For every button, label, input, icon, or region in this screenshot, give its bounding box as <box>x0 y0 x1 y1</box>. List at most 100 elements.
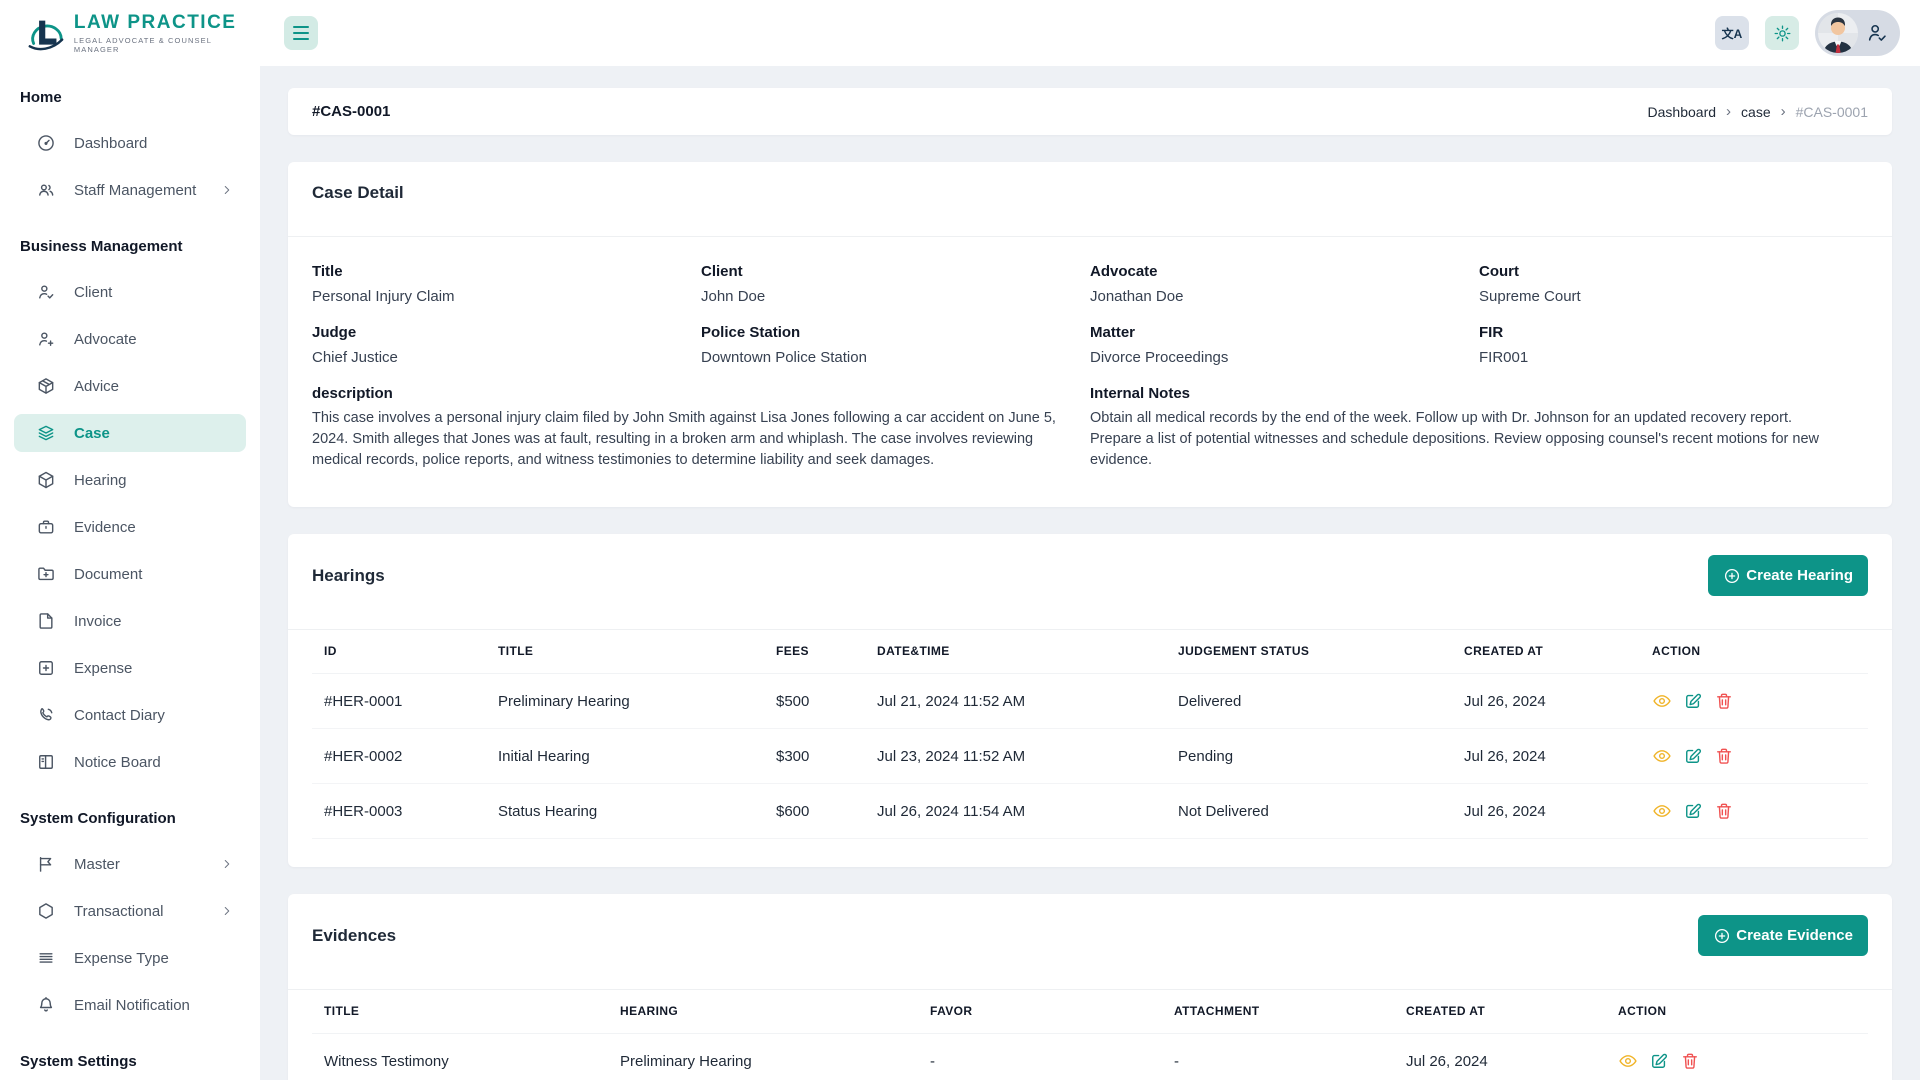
user-profile-button[interactable] <box>1815 10 1900 56</box>
view-icon[interactable] <box>1618 1051 1638 1071</box>
field-label: Police Station <box>701 324 1090 341</box>
sidebar-item-expense-type[interactable]: Expense Type <box>14 939 246 977</box>
edit-icon[interactable] <box>1683 801 1703 821</box>
hearing-id: #HER-0002 <box>312 729 490 784</box>
detail-field: Advocate Jonathan Doe <box>1090 263 1479 307</box>
hearing-created-at: Jul 26, 2024 <box>1456 729 1644 784</box>
evidences-table: TITLEHEARINGFAVORATTACHMENTCREATED ATACT… <box>312 990 1868 1080</box>
evidence-favor: - <box>922 1034 1166 1080</box>
sidebar-item-email-notification[interactable]: Email Notification <box>14 986 246 1024</box>
field-value: This case involves a personal injury cla… <box>312 408 1064 471</box>
menu-toggle-button[interactable] <box>284 16 318 50</box>
sidebar-item-advice[interactable]: Advice <box>14 367 246 405</box>
edit-icon[interactable] <box>1683 691 1703 711</box>
list-lines-icon <box>36 948 56 968</box>
evidence-title: Witness Testimony <box>312 1034 612 1080</box>
field-label: Client <box>701 263 1090 280</box>
column-header: ATTACHMENT <box>1166 990 1398 1034</box>
sidebar-item-transactional[interactable]: Transactional <box>14 892 246 930</box>
package-icon <box>36 376 56 396</box>
field-label: Advocate <box>1090 263 1479 280</box>
sidebar-item-client[interactable]: Client <box>14 273 246 311</box>
column-header: CREATED AT <box>1456 630 1644 674</box>
detail-field: Title Personal Injury Claim <box>312 263 701 307</box>
breadcrumb-dashboard[interactable]: Dashboard <box>1648 104 1717 120</box>
hearing-row: #HER-0001 Preliminary Hearing $500 Jul 2… <box>312 674 1868 729</box>
view-icon[interactable] <box>1652 801 1672 821</box>
row-actions <box>1618 1051 1860 1071</box>
field-label: Internal Notes <box>1090 385 1842 402</box>
main-content: #CAS-0001 Dashboard › case › #CAS-0001 C… <box>260 66 1920 1080</box>
briefcase-icon <box>36 517 56 537</box>
evidence-attachment: - <box>1166 1034 1398 1080</box>
view-icon[interactable] <box>1652 691 1672 711</box>
hearing-created-at: Jul 26, 2024 <box>1456 784 1644 839</box>
create-hearing-button[interactable]: Create Hearing <box>1708 555 1868 596</box>
detail-field: Client John Doe <box>701 263 1090 307</box>
hearing-status: Not Delivered <box>1170 784 1456 839</box>
person-plus-icon <box>36 329 56 349</box>
board-icon <box>36 752 56 772</box>
breadcrumb-case[interactable]: case <box>1741 104 1771 120</box>
brand-name: LAW PRACTICE <box>74 12 260 34</box>
column-header: ACTION <box>1644 630 1868 674</box>
case-detail-card: Case Detail Title Personal Injury Claim … <box>288 162 1892 507</box>
hearing-datetime: Jul 26, 2024 11:54 AM <box>869 784 1170 839</box>
sidebar-item-notice-board[interactable]: Notice Board <box>14 743 246 781</box>
sidebar-item-case[interactable]: Case <box>14 414 246 452</box>
edit-icon[interactable] <box>1683 746 1703 766</box>
hearing-id: #HER-0003 <box>312 784 490 839</box>
field-value: Personal Injury Claim <box>312 286 701 307</box>
brand-tagline: LEGAL ADVOCATE & COUNSEL MANAGER <box>74 36 260 54</box>
sidebar-item-expense[interactable]: Expense <box>14 649 246 687</box>
hearing-created-at: Jul 26, 2024 <box>1456 674 1644 729</box>
evidences-header-row: TITLEHEARINGFAVORATTACHMENTCREATED ATACT… <box>312 990 1868 1034</box>
sidebar-section-business-management: Business Management <box>20 238 260 256</box>
sidebar-item-document[interactable]: Document <box>14 555 246 593</box>
column-header: TITLE <box>312 990 612 1034</box>
sidebar-item-evidence[interactable]: Evidence <box>14 508 246 546</box>
dashboard-icon <box>36 133 56 153</box>
delete-icon[interactable] <box>1714 746 1734 766</box>
avatar <box>1818 13 1858 53</box>
hamburger-icon <box>293 26 309 28</box>
field-label: Court <box>1479 263 1868 280</box>
sidebar-section-system-configuration: System Configuration <box>20 810 260 828</box>
sidebar-item-contact-diary[interactable]: Contact Diary <box>14 696 246 734</box>
sidebar-item-dashboard[interactable]: Dashboard <box>14 124 246 162</box>
sidebar-item-invoice[interactable]: Invoice <box>14 602 246 640</box>
field-value: Downtown Police Station <box>701 347 1090 368</box>
view-icon[interactable] <box>1652 746 1672 766</box>
create-evidence-button[interactable]: Create Evidence <box>1698 915 1868 956</box>
hearing-title: Preliminary Hearing <box>490 674 768 729</box>
language-translate-button[interactable]: 文A <box>1715 16 1749 50</box>
edit-icon[interactable] <box>1649 1051 1669 1071</box>
layers-icon <box>36 423 56 443</box>
field-value: Chief Justice <box>312 347 701 368</box>
sidebar-item-master[interactable]: Master <box>14 845 246 883</box>
chevron-right-icon <box>220 183 234 197</box>
bell-icon <box>36 995 56 1015</box>
delete-icon[interactable] <box>1714 801 1734 821</box>
field-label: Matter <box>1090 324 1479 341</box>
hearing-fees: $300 <box>768 729 869 784</box>
settings-button[interactable] <box>1765 16 1799 50</box>
column-header: ID <box>312 630 490 674</box>
column-header: JUDGEMENT STATUS <box>1170 630 1456 674</box>
hexagon-icon <box>36 901 56 921</box>
field-label: Title <box>312 263 701 280</box>
field-value: Obtain all medical records by the end of… <box>1090 408 1842 471</box>
delete-icon[interactable] <box>1714 691 1734 711</box>
sidebar-item-staff-management[interactable]: Staff Management <box>14 171 246 209</box>
row-actions <box>1652 746 1860 766</box>
field-label: description <box>312 385 1064 402</box>
hearings-title: Hearings <box>312 566 385 586</box>
delete-icon[interactable] <box>1680 1051 1700 1071</box>
evidences-card: Evidences Create Evidence TITLEHEARINGFA… <box>288 894 1892 1080</box>
sidebar-item-hearing[interactable]: Hearing <box>14 461 246 499</box>
cube-icon <box>36 470 56 490</box>
sidebar-item-advocate[interactable]: Advocate <box>14 320 246 358</box>
evidence-hearing: Preliminary Hearing <box>612 1034 922 1080</box>
chevron-right-icon <box>220 904 234 918</box>
hearing-status: Delivered <box>1170 674 1456 729</box>
